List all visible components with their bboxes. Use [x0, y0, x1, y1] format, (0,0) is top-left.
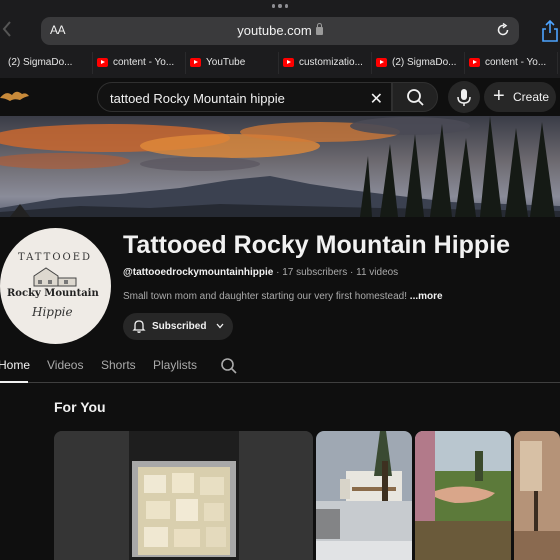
lock-icon — [315, 23, 323, 35]
channel-avatar[interactable]: TATTOOED Rocky Mountain Hippie — [0, 228, 111, 344]
browser-chrome: AA youtube.com (2) SigmaDo... content - … — [0, 0, 560, 78]
tab-label: (2) SigmaDo... — [392, 57, 457, 68]
channel-banner — [0, 116, 560, 217]
search-input[interactable]: tattoed Rocky Mountain hippie ✕ — [97, 82, 392, 112]
short-thumbnail[interactable] — [514, 431, 560, 560]
url-display[interactable]: youtube.com — [41, 23, 519, 38]
tab-label: content - Yo... — [485, 57, 547, 68]
tab-playlists[interactable]: Playlists — [153, 358, 197, 372]
tab-label: YouTube — [206, 57, 246, 68]
clear-search-icon[interactable]: ✕ — [370, 89, 383, 109]
browser-tab-active[interactable]: YouTube — [186, 52, 279, 74]
youtube-favicon-icon — [283, 58, 294, 67]
channel-meta: @tattooedrockymountainhippie · 17 subscr… — [123, 267, 398, 278]
subscribed-label: Subscribed — [152, 321, 207, 332]
create-button[interactable]: + Create — [484, 82, 556, 112]
youtube-favicon-icon — [469, 58, 480, 67]
url-text: youtube.com — [237, 23, 312, 38]
interior-thumbnail-image — [514, 431, 560, 560]
browser-tab[interactable]: content - Yo... — [465, 52, 558, 74]
plus-icon: + — [493, 85, 505, 107]
address-bar[interactable]: AA youtube.com — [41, 17, 519, 45]
description-text: Small town mom and daughter starting our… — [123, 291, 410, 302]
casserole-thumbnail-image — [54, 431, 313, 560]
video-shelf — [0, 431, 560, 560]
create-label: Create — [513, 90, 550, 104]
browser-tab[interactable]: (2) SigmaDo... — [0, 52, 93, 74]
browser-tab[interactable]: customizatio... — [279, 52, 372, 74]
search-query-text: tattoed Rocky Mountain hippie — [110, 91, 285, 106]
channel-search-icon[interactable] — [220, 357, 238, 375]
youtube-favicon-icon — [376, 58, 387, 67]
avatar-text-top: TATTOOED — [18, 252, 93, 263]
tab-label: customizatio... — [299, 57, 363, 68]
microphone-icon — [457, 89, 471, 106]
section-title: For You — [54, 399, 106, 415]
browser-tab[interactable]: (2) SigmaDo... — [372, 52, 465, 74]
chevron-down-icon — [216, 323, 224, 329]
short-thumbnail[interactable] — [415, 431, 511, 560]
voice-search-button[interactable] — [448, 81, 480, 113]
youtube-header: tattoed Rocky Mountain hippie ✕ + Create — [0, 78, 560, 116]
reload-icon[interactable] — [495, 22, 511, 38]
short-thumbnail[interactable] — [316, 431, 412, 560]
trailer-thumbnail-image — [316, 431, 412, 560]
channel-description: Small town mom and daughter starting our… — [123, 291, 443, 302]
subscribed-button[interactable]: Subscribed — [123, 313, 233, 340]
video-count: · 11 videos — [347, 267, 399, 278]
tab-label: content - Yo... — [113, 57, 175, 68]
back-chevron-icon[interactable] — [2, 20, 16, 40]
youtube-favicon-icon — [190, 58, 201, 67]
youtube-favicon-icon — [97, 58, 108, 67]
bell-icon — [132, 320, 146, 333]
share-icon[interactable] — [540, 19, 560, 43]
search-button[interactable] — [392, 82, 438, 112]
channel-title: Tattooed Rocky Mountain Hippie — [123, 231, 511, 259]
window-dots[interactable] — [272, 4, 288, 10]
active-tab-indicator — [0, 381, 28, 383]
channel-logo-icon[interactable] — [0, 86, 30, 106]
search-icon — [407, 89, 424, 106]
hand-garden-thumbnail-image — [415, 431, 511, 560]
tab-shorts[interactable]: Shorts — [101, 358, 136, 372]
banner-image — [0, 116, 560, 217]
subscriber-count: · 17 subscribers — [273, 267, 348, 278]
video-thumbnail[interactable] — [54, 431, 313, 560]
browser-tabs: (2) SigmaDo... content - Yo... YouTube c… — [0, 52, 560, 74]
more-link[interactable]: ...more — [410, 291, 443, 302]
house-sketch-icon — [33, 267, 77, 287]
browser-tab[interactable]: content - Yo... — [93, 52, 186, 74]
avatar-text-middle: Rocky Mountain — [7, 288, 99, 299]
tab-videos[interactable]: Videos — [47, 358, 83, 372]
tab-label: (2) SigmaDo... — [8, 57, 73, 68]
channel-handle[interactable]: @tattooedrockymountainhippie — [123, 267, 273, 278]
channel-tabs: Home Videos Shorts Playlists — [0, 350, 560, 383]
tab-home[interactable]: Home — [0, 358, 30, 372]
avatar-text-bottom: Hippie — [32, 305, 73, 319]
